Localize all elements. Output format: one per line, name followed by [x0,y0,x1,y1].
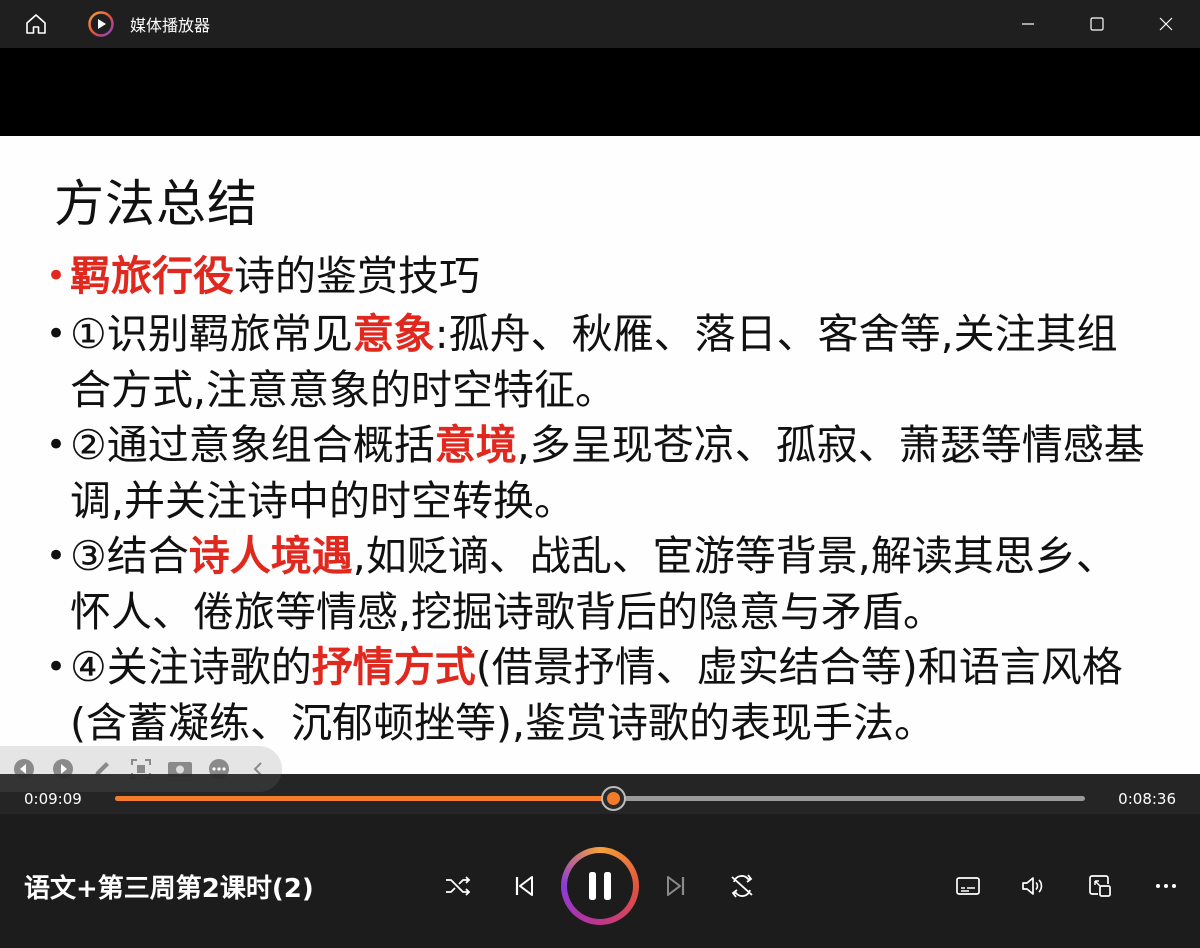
mini-player-button[interactable] [1082,868,1118,904]
slide-keyword: 抒情方式 [311,643,476,691]
seek-thumb[interactable] [600,786,626,811]
window-title: 媒体播放器 [130,16,211,35]
repeat-button[interactable] [724,868,760,904]
maximize-icon [1089,17,1104,31]
slide-bullet: ①识别羁旅常见意象:孤舟、秋雁、落日、客舍等,关注其组合方式,注意意象的时空特征… [46,306,1156,418]
slide-title: 方法总结 [54,175,258,233]
current-time: 0:09:09 [24,790,82,808]
playback-controls: 语文+第三周第2课时(2) [0,814,1200,948]
slide-bullet: ③结合诗人境遇,如贬谪、战乱、宦游等背景,解读其思乡、怀人、倦旅等情感,挖掘诗歌… [46,528,1156,640]
minimize-button[interactable] [993,0,1062,48]
slide-keyword: 诗人境遇 [188,532,353,580]
close-icon [1159,17,1172,31]
previous-button[interactable] [506,868,542,904]
pause-icon [589,872,611,900]
app-logo [88,11,114,37]
minimize-icon [1021,23,1034,25]
play-pause-button[interactable] [561,847,639,925]
more-options-button[interactable] [1148,868,1184,904]
slide-text: ④关注诗歌的 [70,643,312,691]
volume-button[interactable] [1015,868,1051,904]
slide-text: ①识别羁旅常见 [70,310,353,358]
slide-keyword: 意境 [434,421,517,469]
home-button[interactable] [18,6,54,42]
close-button[interactable] [1131,0,1200,48]
more-options-icon [1156,884,1176,888]
slide-bullet-list: 羁旅行役诗的鉴赏技巧①识别羁旅常见意象:孤舟、秋雁、落日、客舍等,关注其组合方式… [46,248,1156,751]
next-icon [667,876,685,896]
video-frame[interactable]: 方法总结 羁旅行役诗的鉴赏技巧①识别羁旅常见意象:孤舟、秋雁、落日、客舍等,关注… [0,136,1200,774]
shuffle-icon [446,876,471,896]
next-button[interactable] [658,868,694,904]
slide-text: ③结合 [70,532,189,580]
play-pause-ring [561,847,639,925]
slide-keyword: 意象 [352,310,435,358]
volume-icon [1022,877,1043,895]
title-bar: 媒体播放器 [0,0,1200,48]
window-controls [993,0,1200,48]
total-time: 0:08:36 [1118,790,1176,808]
slide-bullet: 羁旅行役诗的鉴赏技巧 [46,248,1156,304]
maximize-button[interactable] [1062,0,1131,48]
shuffle-button[interactable] [440,868,476,904]
seek-bar[interactable] [115,786,1085,811]
subtitles-button[interactable] [950,868,986,904]
slide-bullet: ④关注诗歌的抒情方式(借景抒情、虚实结合等)和语言风格(含蓄凝练、沉郁顿挫等),… [46,639,1156,751]
slide-bullet: ②通过意象组合概括意境,多呈现苍凉、孤寂、萧瑟等情感基调,并关注诗中的时空转换。 [46,417,1156,529]
play-pause-inner [567,853,633,919]
slide-text: ②通过意象组合概括 [70,421,435,469]
previous-icon [515,876,533,896]
app-play-icon [88,11,114,37]
slide-text: 诗的鉴赏技巧 [234,252,480,300]
mini-player-icon [1089,875,1111,897]
video-letterbox [0,48,1200,136]
home-icon [26,14,46,34]
subtitles-icon [956,877,980,895]
media-title: 语文+第三周第2课时(2) [24,874,314,904]
slide-keyword: 羁旅行役 [70,252,234,300]
seek-bar-fill [115,796,613,801]
progress-row: 0:09:09 0:08:36 [0,774,1200,814]
repeat-icon [731,874,753,898]
